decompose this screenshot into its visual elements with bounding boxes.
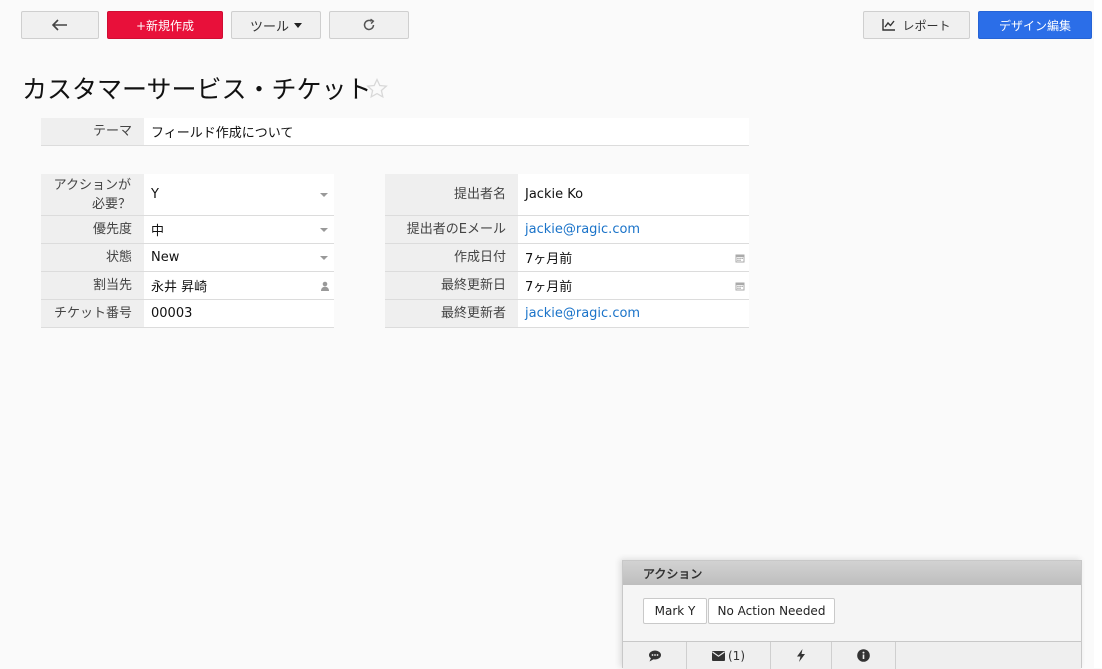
design-edit-button[interactable]: デザイン編集: [978, 11, 1092, 39]
report-button[interactable]: レポート: [863, 11, 970, 39]
arrow-left-icon: [52, 19, 67, 31]
submitter-name-value[interactable]: Jackie Ko: [518, 174, 749, 215]
page-edge: [1094, 0, 1102, 668]
field-row-last-updated-by: 最終更新者 jackie@ragic.com: [385, 300, 749, 328]
action-panel: アクション Mark Y No Action Needed (1): [622, 560, 1082, 669]
field-row-created-date: 作成日付 7ヶ月前: [385, 244, 749, 272]
field-label: アクションが必要？: [41, 174, 144, 215]
field-label: 最終更新日: [385, 272, 518, 299]
field-value: 7ヶ月前: [525, 252, 573, 267]
comments-tab[interactable]: [623, 642, 687, 669]
field-row-last-updated-date: 最終更新日 7ヶ月前: [385, 272, 749, 300]
field-label: 提出者名: [385, 174, 518, 215]
mail-tab[interactable]: (1): [687, 642, 771, 669]
envelope-icon: [712, 650, 725, 661]
lightning-icon: [797, 649, 805, 662]
caret-down-icon: [294, 22, 302, 28]
action-panel-title: アクション: [623, 561, 1081, 585]
priority-select[interactable]: 中: [144, 216, 334, 243]
comment-icon: [648, 650, 661, 661]
star-icon[interactable]: [366, 78, 388, 99]
field-row-assignee: 割当先 永井 昇崎: [41, 272, 334, 300]
tools-label: ツール: [249, 19, 289, 35]
user-icon: [321, 281, 329, 291]
field-value: Y: [151, 187, 159, 202]
actions-tab[interactable]: [771, 642, 832, 669]
dropdown-arrow-icon: [320, 255, 328, 260]
info-icon: [857, 649, 870, 662]
field-label: 割当先: [41, 272, 144, 299]
field-row-action-needed: アクションが必要？ Y: [41, 174, 334, 216]
field-label: 提出者のEメール: [385, 216, 518, 243]
field-label: チケット番号: [41, 300, 144, 327]
field-row-theme: テーマ フィールド作成について: [41, 118, 749, 146]
field-label: 最終更新者: [385, 300, 518, 327]
calendar-icon: [735, 254, 745, 262]
assignee-field[interactable]: 永井 昇崎: [144, 272, 334, 299]
field-row-ticket-number: チケット番号 00003: [41, 300, 334, 328]
calendar-icon: [735, 282, 745, 290]
field-row-submitter-email: 提出者のEメール jackie@ragic.com: [385, 216, 749, 244]
back-button[interactable]: [21, 11, 99, 39]
field-row-submitter-name: 提出者名 Jackie Ko: [385, 174, 749, 216]
created-date-field[interactable]: 7ヶ月前: [518, 244, 749, 271]
tools-menu-button[interactable]: ツール: [231, 11, 321, 39]
theme-value[interactable]: フィールド作成について: [144, 118, 749, 145]
last-updated-by-link[interactable]: jackie@ragic.com: [518, 300, 749, 327]
field-label: 優先度: [41, 216, 144, 243]
field-value: New: [151, 250, 180, 265]
field-value: 永井 昇崎: [151, 280, 208, 295]
field-label: テーマ: [41, 118, 144, 145]
status-select[interactable]: New: [144, 244, 334, 271]
refresh-icon: [363, 18, 375, 31]
field-row-status: 状態 New: [41, 244, 334, 272]
field-value: 7ヶ月前: [525, 280, 573, 295]
dropdown-arrow-icon: [320, 192, 328, 197]
mark-y-button[interactable]: Mark Y: [643, 598, 707, 624]
mail-count: (1): [728, 648, 745, 663]
field-label: 作成日付: [385, 244, 518, 271]
no-action-needed-button[interactable]: No Action Needed: [708, 598, 835, 624]
line-chart-icon: [882, 19, 896, 31]
dropdown-arrow-icon: [320, 227, 328, 232]
page-title: カスタマーサービス・チケット: [22, 75, 372, 104]
field-value: 中: [151, 224, 165, 239]
info-tab[interactable]: [832, 642, 896, 669]
field-label: 状態: [41, 244, 144, 271]
submitter-email-link[interactable]: jackie@ragic.com: [518, 216, 749, 243]
new-record-button[interactable]: +新規作成: [107, 11, 223, 39]
refresh-button[interactable]: [329, 11, 409, 39]
ticket-number-value[interactable]: 00003: [144, 300, 334, 327]
action-panel-footer: (1): [623, 641, 1081, 669]
action-needed-select[interactable]: Y: [144, 174, 334, 215]
last-updated-date-field[interactable]: 7ヶ月前: [518, 272, 749, 299]
report-label: レポート: [902, 18, 951, 33]
field-row-priority: 優先度 中: [41, 216, 334, 244]
